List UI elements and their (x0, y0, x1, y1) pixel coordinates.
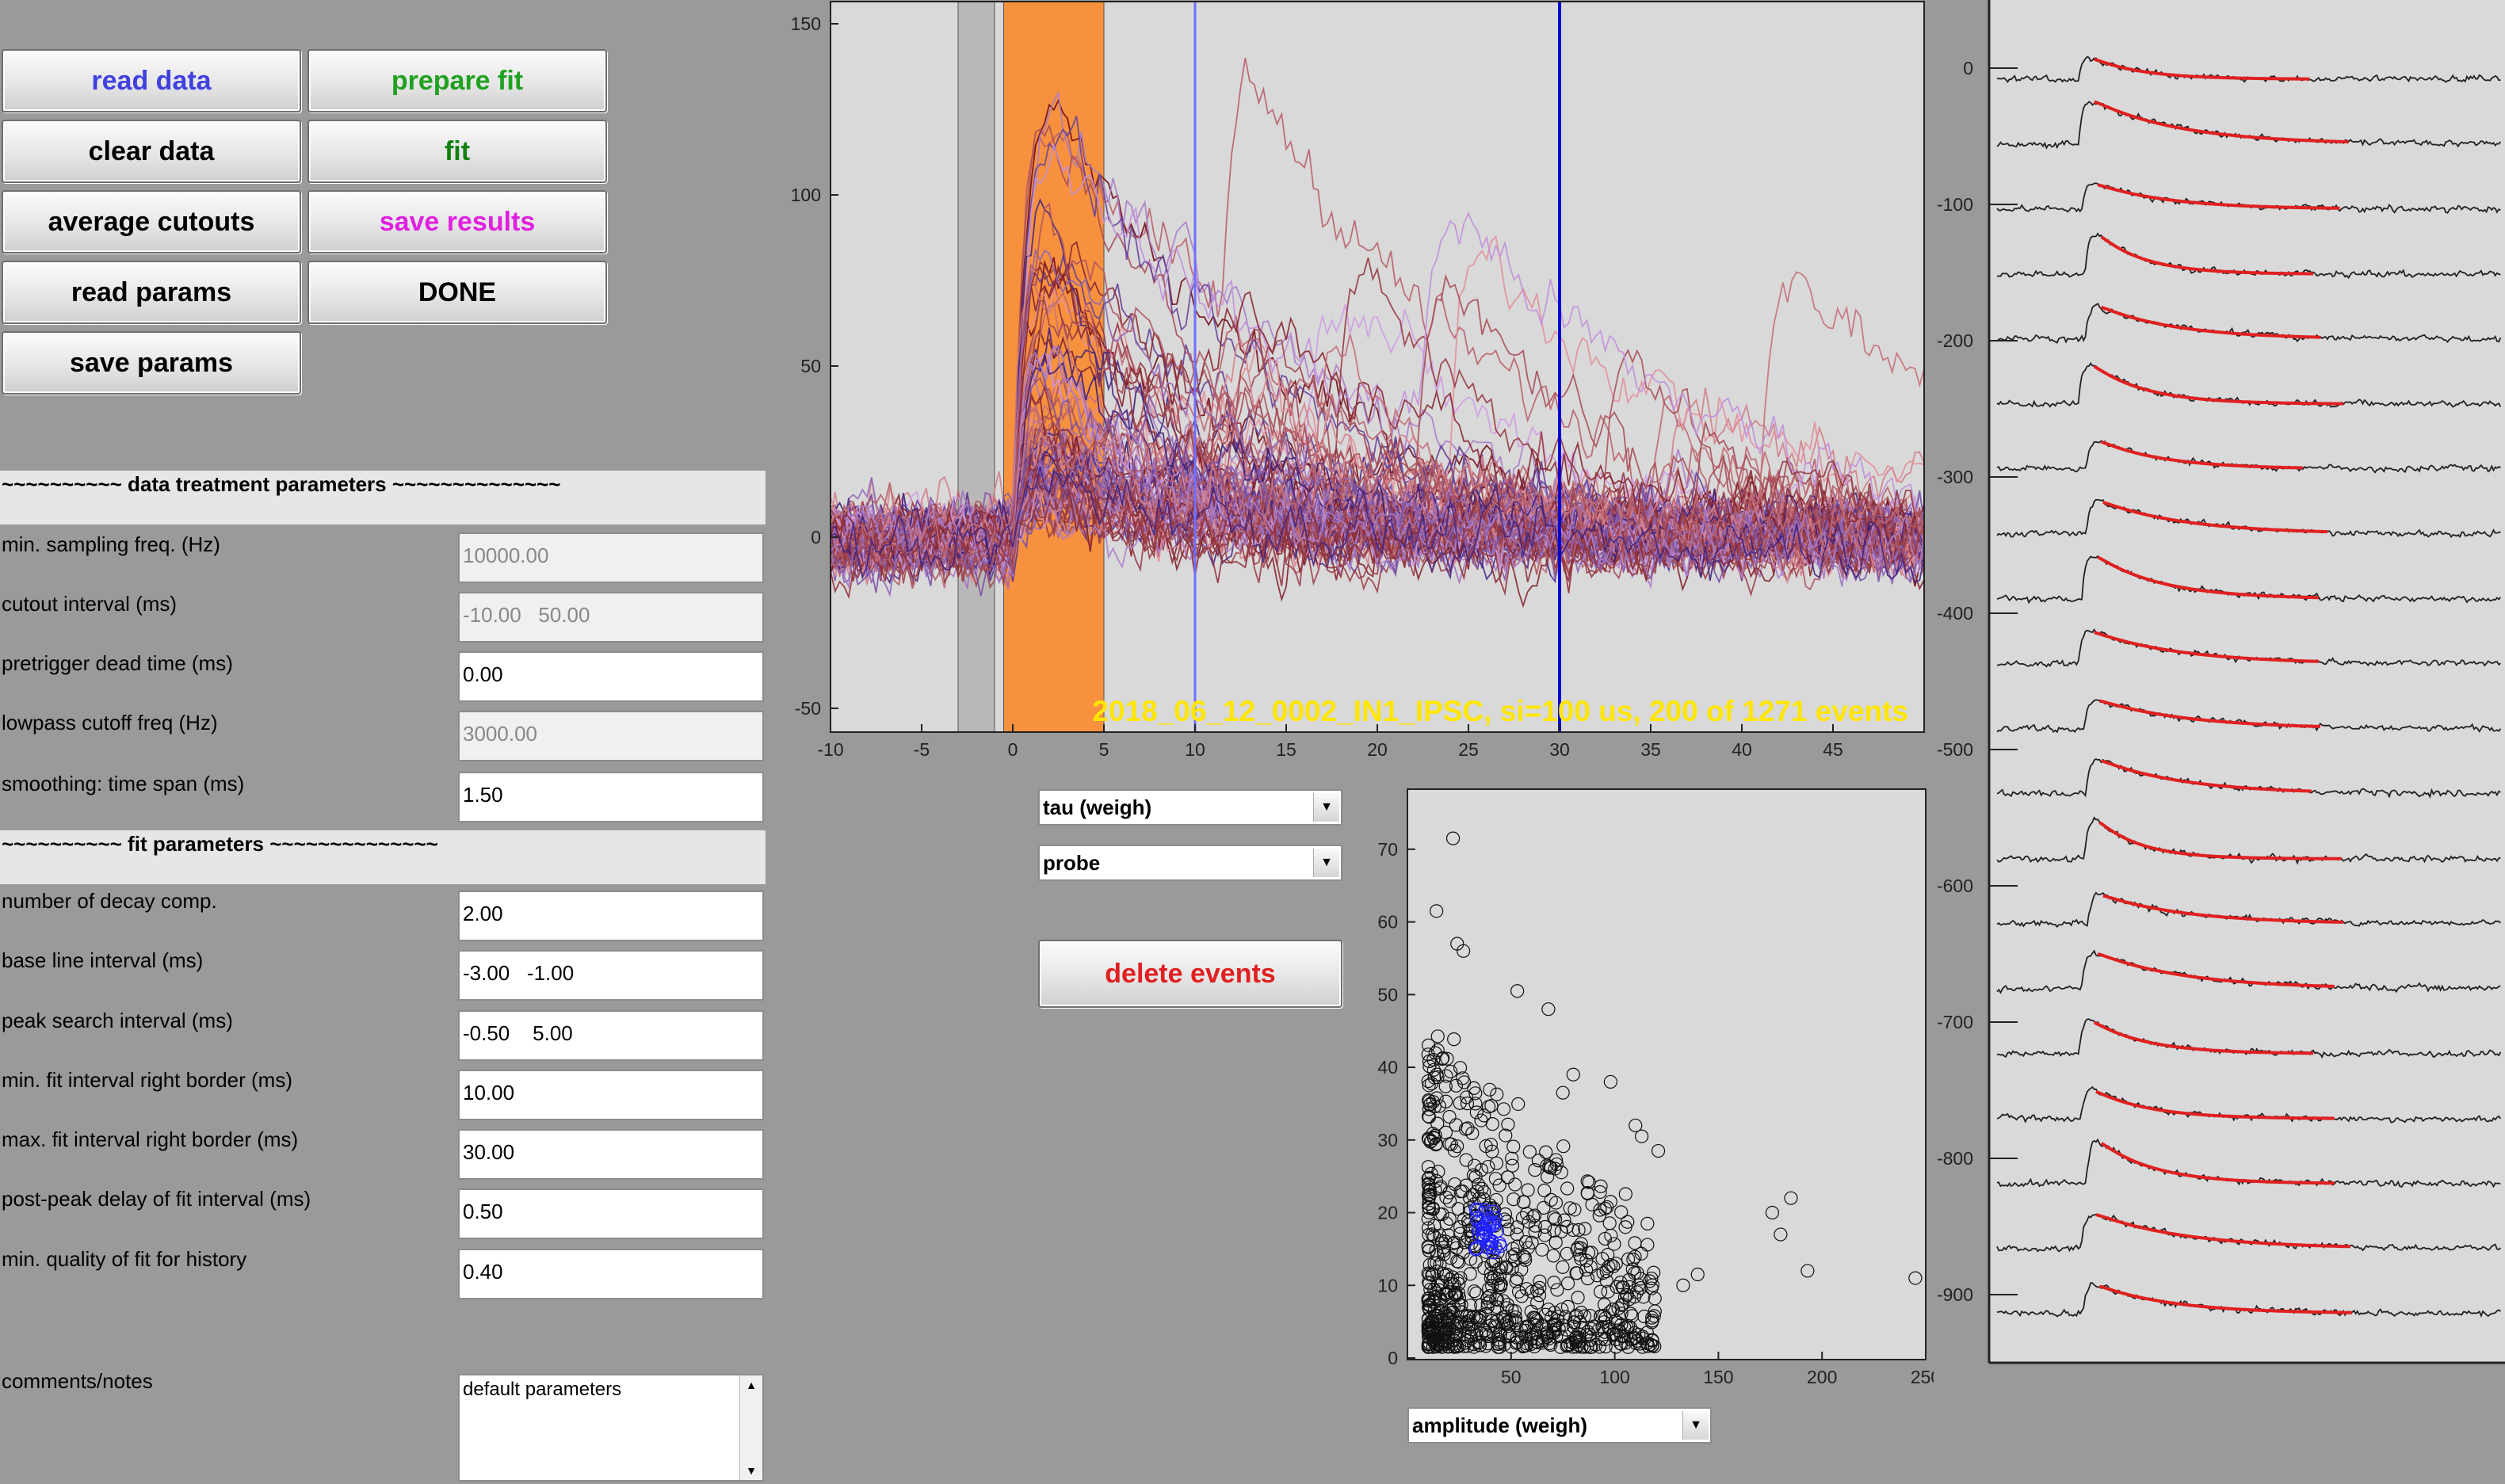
x-tick-label: 35 (1640, 739, 1661, 760)
cutout-interval-field[interactable]: -10.00 50.00 (458, 592, 764, 643)
y-tick-label: 30 (1377, 1130, 1398, 1150)
smoothing-time-span-label: smoothing: time span (ms) (2, 772, 245, 795)
chevron-down-icon[interactable]: ▼ (1682, 1411, 1709, 1440)
y-tick-label: -700 (1937, 1012, 1973, 1032)
cutout-interval-label: cutout interval (ms) (2, 592, 178, 616)
probe-select[interactable]: probe ▼ (1038, 845, 1342, 881)
y-tick-label: -900 (1937, 1284, 1973, 1305)
pretrigger-dead-time-field[interactable]: 0.00 (458, 651, 764, 702)
read-params-button[interactable]: read params (2, 261, 301, 324)
chevron-down-icon[interactable]: ▼ (1313, 849, 1339, 877)
x-tick-label: 5 (1099, 739, 1109, 760)
y-tick-label: 0 (811, 527, 821, 547)
x-tick-label: 20 (1367, 739, 1388, 760)
y-tick-label: 150 (791, 13, 821, 34)
x-tick-label: 100 (1599, 1367, 1629, 1387)
decay-comp-field[interactable]: 2.00 (458, 891, 764, 941)
x-tick-label: 25 (1458, 739, 1479, 760)
y-param-value: tau (weigh) (1043, 795, 1152, 819)
x-tick-label: 0 (1008, 739, 1018, 760)
x-param-value: amplitude (weigh) (1412, 1413, 1587, 1437)
smoothing-time-span-field[interactable]: 1.50 (458, 772, 764, 822)
y-tick-label: -800 (1937, 1148, 1973, 1169)
scatter-plot[interactable]: 70605040302010050100150200250 (1347, 784, 1934, 1387)
done-button[interactable]: DONE (307, 261, 607, 324)
chevron-down-icon[interactable]: ▼ (1313, 793, 1339, 822)
y-tick-label: -50 (795, 698, 821, 719)
pretrigger-dead-time-label: pretrigger dead time (ms) (2, 651, 233, 675)
min-quality-label: min. quality of fit for history (2, 1247, 247, 1271)
peak-search-interval-field[interactable]: -0.50 5.00 (458, 1010, 764, 1061)
comments-text: default parameters (463, 1379, 622, 1400)
x-tick-label: 45 (1823, 739, 1843, 760)
y-tick-label: -500 (1937, 739, 1973, 760)
min-fit-border-field[interactable]: 10.00 (458, 1070, 764, 1120)
x-tick-label: 40 (1732, 739, 1752, 760)
y-tick-label: -300 (1937, 467, 1973, 487)
stacked-traces-plot[interactable]: 0 -100 -200 -300 -400 -500 -600 -700 -800 -900 (1934, 0, 2505, 1371)
y-tick-label: -200 (1937, 330, 1973, 351)
min-quality-field[interactable]: 0.40 (458, 1249, 764, 1299)
y-tick-label: 60 (1377, 912, 1398, 933)
x-tick-label: 30 (1549, 739, 1570, 760)
comments-textarea[interactable]: default parameters ▲ ▼ (458, 1374, 764, 1482)
read-data-button[interactable]: read data (2, 49, 301, 113)
x-tick-label: 150 (1703, 1367, 1733, 1387)
fit-parameters-header: ~~~~~~~~~~ fit parameters ~~~~~~~~~~~~~~ (0, 830, 766, 884)
min-sampling-freq-label: min. sampling freq. (Hz) (2, 532, 220, 556)
y-tick-label: 20 (1377, 1203, 1398, 1223)
x-tick-label: 250 (1911, 1367, 1934, 1387)
y-tick-label: 70 (1377, 839, 1398, 860)
delete-events-button[interactable]: delete events (1038, 940, 1342, 1008)
y-tick-label: -600 (1937, 876, 1973, 896)
baseline-interval-field[interactable]: -3.00 -1.00 (458, 950, 764, 1001)
prepare-fit-button[interactable]: prepare fit (307, 49, 607, 113)
probe-value: probe (1043, 851, 1101, 875)
x-tick-label: 10 (1185, 739, 1205, 760)
x-tick-label: 200 (1807, 1367, 1837, 1387)
y-tick-label: 10 (1377, 1275, 1398, 1295)
baseline-interval-label: base line interval (ms) (2, 948, 204, 972)
y-tick-label: -100 (1937, 194, 1973, 215)
min-sampling-freq-field[interactable]: 10000.00 (458, 532, 764, 583)
y-tick-label: 0 (1963, 58, 1973, 78)
y-param-select[interactable]: tau (weigh) ▼ (1038, 789, 1342, 826)
y-tick-label: 0 (1388, 1348, 1398, 1368)
x-tick-label: 50 (1501, 1367, 1522, 1387)
data-treatment-header: ~~~~~~~~~~ data treatment parameters ~~~… (0, 471, 766, 525)
x-tick-label: 15 (1276, 739, 1296, 760)
save-results-button[interactable]: save results (307, 190, 607, 254)
trace-plot-info-text: 2018_06_12_0002_IN1_IPSC, si=100 us, 200… (1092, 695, 1908, 727)
y-tick-label: 100 (791, 185, 821, 205)
baseline-interval-region (957, 1, 995, 733)
clear-data-button[interactable]: clear data (2, 120, 301, 183)
save-params-button[interactable]: save params (2, 331, 301, 395)
comments-label: comments/notes (2, 1369, 153, 1393)
lowpass-cutoff-field[interactable]: 3000.00 (458, 711, 764, 761)
y-tick-label: -400 (1937, 603, 1973, 624)
min-fit-border-label: min. fit interval right border (ms) (2, 1068, 292, 1092)
decay-comp-label: number of decay comp. (2, 889, 217, 913)
fit-button[interactable]: fit (307, 120, 607, 183)
x-param-select[interactable]: amplitude (weigh) ▼ (1407, 1407, 1712, 1444)
max-fit-border-field[interactable]: 30.00 (458, 1129, 764, 1180)
y-tick-label: 50 (800, 356, 821, 376)
comments-scrollbar[interactable]: ▲ ▼ (739, 1375, 762, 1480)
trace-overlay-plot[interactable]: 150100500-50-10 -5 0 5 10 15 20 25 30 35 40 45 2018… (777, 0, 1934, 776)
post-peak-delay-label: post-peak delay of fit interval (ms) (2, 1187, 311, 1211)
lowpass-cutoff-label: lowpass cutoff freq (Hz) (2, 711, 218, 734)
x-tick-label: -10 (817, 739, 843, 760)
x-tick-label: -5 (914, 739, 930, 760)
scroll-up-icon[interactable]: ▲ (740, 1379, 762, 1391)
max-fit-border-label: max. fit interval right border (ms) (2, 1127, 299, 1151)
average-cutouts-button[interactable]: average cutouts (2, 190, 301, 254)
peak-search-interval-label: peak search interval (ms) (2, 1009, 233, 1032)
y-tick-label: 50 (1377, 984, 1398, 1005)
y-tick-label: 40 (1377, 1057, 1398, 1078)
scroll-down-icon[interactable]: ▼ (740, 1464, 762, 1477)
post-peak-delay-field[interactable]: 0.50 (458, 1188, 764, 1239)
